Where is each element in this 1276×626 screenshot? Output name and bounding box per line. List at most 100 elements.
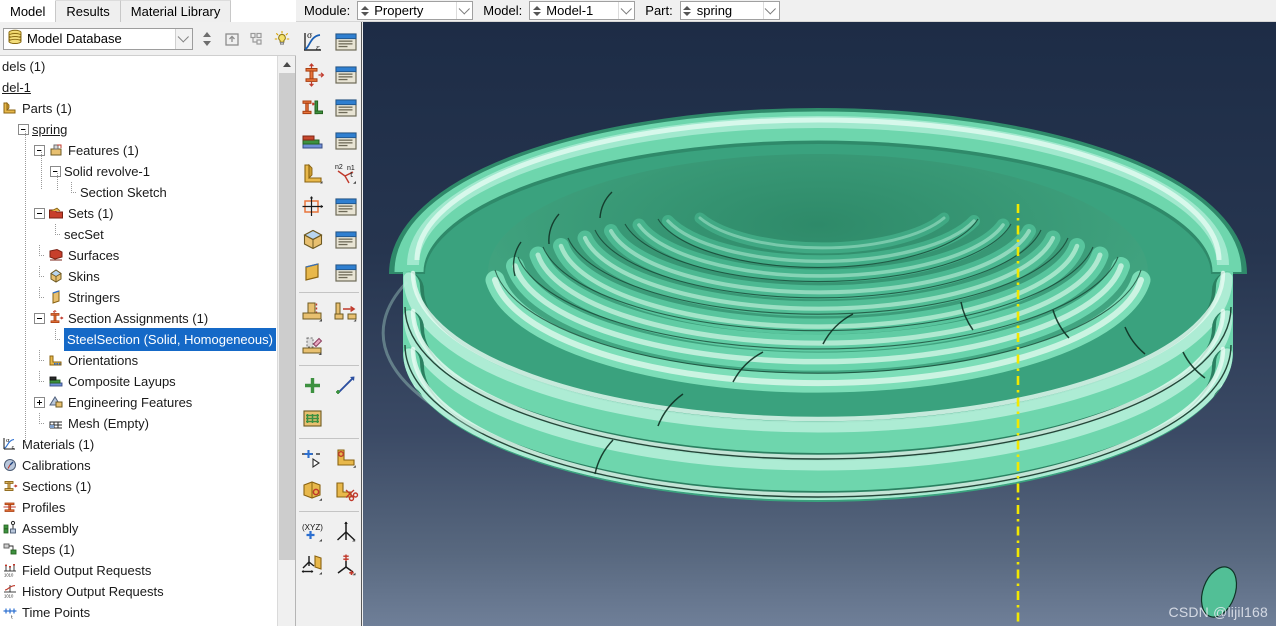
tree-item-mesh-empty[interactable]: Mesh (Empty) — [0, 413, 278, 434]
part-spinner-icon[interactable] — [682, 2, 693, 19]
skin-manager-icon[interactable] — [329, 223, 362, 256]
model-spinner-icon[interactable] — [531, 2, 542, 19]
3d-viewport[interactable]: CSDN @lijil168 — [363, 22, 1276, 626]
collapse-toggle-icon[interactable] — [18, 124, 29, 135]
create-skin-icon[interactable] — [296, 223, 329, 256]
tree-item-calibrations[interactable]: Calibrations — [0, 455, 278, 476]
create-inertia-icon[interactable] — [296, 190, 329, 223]
tree-item-label: Sections (1) — [22, 479, 92, 494]
create-composite-layup-icon[interactable] — [296, 124, 329, 157]
tree-item-materials-1[interactable]: σ ε Materials (1) — [0, 434, 278, 455]
tree-item-label: Profiles — [22, 500, 66, 515]
model-combobox[interactable]: Model-1 — [529, 1, 636, 20]
tree-item-history-output-requests[interactable]: 1010 History Output Requests — [0, 581, 278, 602]
parts-icon — [2, 100, 19, 117]
model-tree-panel[interactable]: dels (1) del-1 Parts (1) spring Features (1)… — [0, 56, 296, 626]
assign-element-type-icon[interactable] — [329, 296, 362, 329]
partition-edge-icon[interactable] — [329, 442, 362, 475]
collapse-toggle-icon[interactable] — [34, 145, 45, 156]
tree-guide-line — [41, 150, 42, 190]
assign-material-orientation-icon[interactable]: n2 n1 t — [329, 157, 362, 190]
module-spinner-icon[interactable] — [359, 2, 370, 19]
query-information-icon[interactable] — [296, 329, 329, 362]
up-one-level-icon[interactable] — [221, 28, 243, 50]
create-section-icon[interactable] — [296, 58, 329, 91]
collapse-toggle-icon[interactable] — [34, 313, 45, 324]
tree-item-steps-1[interactable]: Steps (1) — [0, 539, 278, 560]
assign-section-icon[interactable] — [296, 91, 329, 124]
model-tree[interactable]: dels (1) del-1 Parts (1) spring Features (1)… — [0, 56, 278, 626]
tree-item-spring[interactable]: spring — [0, 119, 278, 140]
time-points-icon: t — [2, 604, 19, 621]
chevron-down-icon[interactable] — [618, 2, 634, 19]
sections-icon — [2, 478, 19, 495]
tree-item-assembly[interactable]: Assembly — [0, 518, 278, 539]
tree-item-del-1[interactable]: del-1 — [0, 77, 278, 98]
tree-item-sections-1[interactable]: Sections (1) — [0, 476, 278, 497]
tree-item-label: Mesh (Empty) — [68, 416, 149, 431]
spin-updown-icon[interactable] — [196, 28, 218, 50]
inertia-manager-icon[interactable] — [329, 190, 362, 223]
chevron-down-icon[interactable] — [456, 2, 472, 19]
tab-model[interactable]: Model — [0, 0, 57, 22]
tree-item-field-output-requests[interactable]: 1010 Field Output Requests — [0, 560, 278, 581]
tree-item-skins[interactable]: Skins — [0, 266, 278, 287]
create-stringer-icon[interactable] — [296, 256, 329, 289]
create-datum-midplane-icon[interactable] — [329, 548, 362, 581]
create-datum-point-icon[interactable] — [296, 369, 329, 402]
tab-results[interactable]: Results — [56, 0, 121, 22]
section-assignment-manager-icon[interactable] — [329, 91, 362, 124]
tree-item-sets-1[interactable]: Sets (1) — [0, 203, 278, 224]
scroll-up-arrow-icon[interactable] — [278, 56, 295, 73]
module-combobox[interactable]: Property — [357, 1, 474, 20]
collapse-toggle-icon[interactable] — [50, 166, 61, 177]
section-manager-icon[interactable] — [329, 58, 362, 91]
assign-beam-orientation-icon[interactable] — [296, 157, 329, 190]
tree-item-surfaces[interactable]: Surfaces — [0, 245, 278, 266]
tree-item-time-points[interactable]: t Time Points — [0, 602, 278, 623]
filter-icon[interactable] — [246, 28, 268, 50]
tree-item-section-assignments-1[interactable]: Section Assignments (1) — [0, 308, 278, 329]
features-icon — [48, 142, 65, 159]
svg-text:t: t — [11, 615, 13, 621]
tree-item-label: Features (1) — [68, 143, 139, 158]
expand-toggle-icon[interactable] — [34, 397, 45, 408]
create-datum-xyz-icon[interactable]: (XYZ) — [296, 515, 329, 548]
create-datum-3point-icon[interactable] — [329, 515, 362, 548]
create-datum-offset-icon[interactable] — [296, 548, 329, 581]
tab-material-library[interactable]: Material Library — [120, 0, 232, 22]
assign-midsurface-icon[interactable] — [296, 296, 329, 329]
partition-face-icon[interactable] — [296, 475, 329, 508]
composite-layup-manager-icon[interactable] — [329, 124, 362, 157]
scrollbar-thumb[interactable] — [279, 73, 295, 560]
tree-item-steelsection-solid-homogeneous[interactable]: SteelSection (Solid, Homogeneous) — [0, 328, 278, 351]
tree-item-parts-1[interactable]: Parts (1) — [0, 98, 278, 119]
model-database-combobox[interactable]: Model Database — [3, 27, 193, 50]
collapse-toggle-icon[interactable] — [34, 208, 45, 219]
tree-item-profiles[interactable]: Profiles — [0, 497, 278, 518]
chevron-down-icon[interactable] — [762, 2, 779, 19]
tree-item-secset[interactable]: secSet — [0, 224, 278, 245]
tree-connector — [50, 329, 61, 350]
part-combobox[interactable]: spring — [679, 1, 780, 20]
tree-item-engineering-features[interactable]: Engineering Features — [0, 392, 278, 413]
chevron-down-icon[interactable] — [175, 28, 192, 49]
tree-item-label: Orientations — [68, 353, 139, 368]
tree-item-orientations[interactable]: Orientations — [0, 350, 278, 371]
tree-item-stringers[interactable]: Stringers — [0, 287, 278, 308]
lightbulb-icon[interactable] — [271, 28, 293, 50]
partition-cell-icon[interactable] — [296, 442, 329, 475]
create-material-icon[interactable]: σ ε — [296, 25, 329, 58]
material-manager-icon[interactable] — [329, 25, 362, 58]
tree-item-composite-layups[interactable]: Composite Layups — [0, 371, 278, 392]
partition-tools-icon[interactable] — [329, 475, 362, 508]
tree-item-dels-1[interactable]: dels (1) — [0, 56, 278, 77]
tree-connector — [34, 350, 45, 371]
tree-vertical-scrollbar[interactable] — [277, 56, 295, 626]
create-datum-axis-icon[interactable] — [329, 369, 362, 402]
tree-item-label: History Output Requests — [22, 584, 164, 599]
toolbox-group-midsurface — [296, 296, 362, 362]
stringer-manager-icon[interactable] — [329, 256, 362, 289]
tree-item-label: Solid revolve-1 — [64, 164, 150, 179]
create-datum-csys-icon[interactable] — [296, 402, 329, 435]
